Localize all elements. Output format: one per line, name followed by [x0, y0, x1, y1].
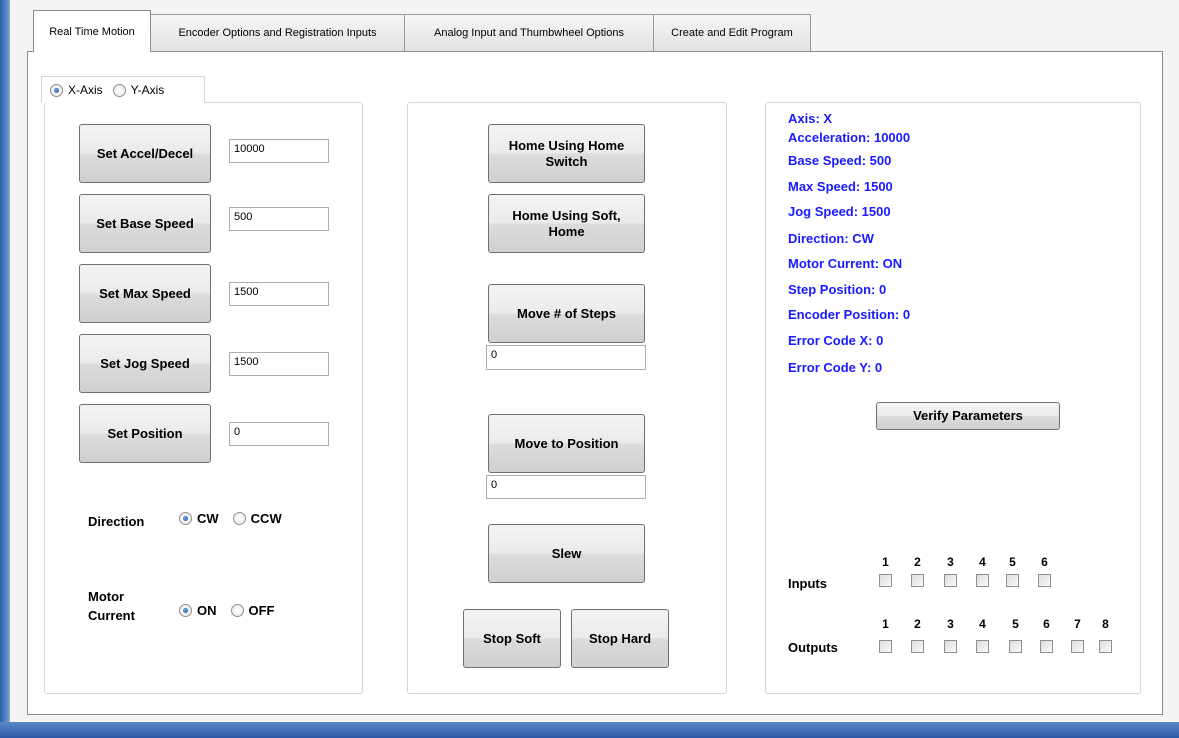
- status-max-speed: Max Speed: 1500: [788, 179, 893, 194]
- output-number: 1: [882, 617, 889, 631]
- output-checkbox-6[interactable]: [1040, 640, 1053, 653]
- output-checkbox-8[interactable]: [1099, 640, 1112, 653]
- radio-checked-icon: [179, 512, 192, 525]
- home-soft-line2: Home: [548, 223, 585, 239]
- status-axis: Axis: X: [788, 111, 833, 126]
- status-motor-current: Motor Current: ON: [788, 256, 903, 271]
- ccw-radio[interactable]: CCW: [232, 511, 282, 526]
- move-position-input[interactable]: 0: [486, 475, 646, 499]
- input-checkbox-2[interactable]: [911, 574, 924, 587]
- stop-soft-button[interactable]: Stop Soft: [463, 609, 561, 668]
- x-axis-label: X-Axis: [68, 83, 103, 97]
- output-number: 5: [1012, 617, 1019, 631]
- jog-speed-input[interactable]: 1500: [229, 352, 329, 376]
- current-label: Current: [88, 608, 135, 623]
- tab-encoder-options[interactable]: Encoder Options and Registration Inputs: [150, 14, 405, 51]
- input-number: 5: [1009, 555, 1016, 569]
- input-number: 2: [914, 555, 921, 569]
- status-encoder-position: Encoder Position: 0: [788, 307, 911, 322]
- input-checkbox-6[interactable]: [1038, 574, 1051, 587]
- move-to-position-button[interactable]: Move to Position: [488, 414, 645, 473]
- motor-current-radio-group: ON OFF: [179, 603, 275, 618]
- off-label: OFF: [248, 603, 275, 618]
- cw-label: CW: [197, 511, 219, 526]
- motion-panel: [407, 102, 727, 694]
- input-number: 6: [1041, 555, 1048, 569]
- output-number: 6: [1043, 617, 1050, 631]
- verify-parameters-button[interactable]: Verify Parameters: [876, 402, 1060, 430]
- set-max-speed-button[interactable]: Set Max Speed: [79, 264, 211, 323]
- input-checkbox-4[interactable]: [976, 574, 989, 587]
- motor-label: Motor: [88, 589, 125, 604]
- output-checkbox-3[interactable]: [944, 640, 957, 653]
- home-soft-line1: Home Using Soft,: [512, 207, 621, 223]
- motor-off-radio[interactable]: OFF: [230, 603, 275, 618]
- cw-radio[interactable]: CW: [179, 511, 219, 526]
- output-number: 4: [979, 617, 986, 631]
- direction-label: Direction: [88, 514, 145, 529]
- window-frame-left: [0, 0, 9, 738]
- set-base-speed-button[interactable]: Set Base Speed: [79, 194, 211, 253]
- axis-selector: X-Axis Y-Axis: [41, 76, 205, 103]
- input-checkbox-1[interactable]: [879, 574, 892, 587]
- radio-unchecked-icon: [112, 83, 126, 97]
- output-checkbox-4[interactable]: [976, 640, 989, 653]
- position-input[interactable]: 0: [229, 422, 329, 446]
- status-error-code-x: Error Code X: 0: [788, 333, 884, 348]
- status-error-code-y: Error Code Y: 0: [788, 360, 883, 375]
- home-using-home-switch-button[interactable]: Home Using Home Switch: [488, 124, 645, 183]
- output-number: 7: [1074, 617, 1081, 631]
- radio-unchecked-icon: [232, 512, 246, 525]
- y-axis-label: Y-Axis: [130, 83, 165, 97]
- status-acceleration: Acceleration: 10000: [788, 130, 911, 145]
- output-number: 2: [914, 617, 921, 631]
- outputs-label: Outputs: [788, 640, 838, 655]
- output-checkbox-2[interactable]: [911, 640, 924, 653]
- motor-on-radio[interactable]: ON: [179, 603, 217, 618]
- radio-unchecked-icon: [230, 604, 244, 617]
- status-step-position: Step Position: 0: [788, 282, 887, 297]
- status-jog-speed: Jog Speed: 1500: [788, 204, 891, 219]
- ccw-label: CCW: [250, 511, 282, 526]
- inputs-label: Inputs: [788, 576, 827, 591]
- accel-decel-input[interactable]: 10000: [229, 139, 329, 163]
- input-checkbox-5[interactable]: [1006, 574, 1019, 587]
- tab-real-time-motion[interactable]: Real Time Motion: [33, 10, 151, 52]
- x-axis-radio[interactable]: X-Axis: [50, 83, 103, 97]
- direction-radio-group: CW CCW: [179, 511, 282, 526]
- tab-analog-input[interactable]: Analog Input and Thumbwheel Options: [404, 14, 654, 51]
- taskbar-edge: [0, 722, 1179, 738]
- radio-checked-icon: [50, 83, 63, 97]
- on-label: ON: [197, 603, 217, 618]
- input-number: 4: [979, 555, 986, 569]
- input-number: 1: [882, 555, 889, 569]
- output-checkbox-5[interactable]: [1009, 640, 1022, 653]
- home-switch-line2: Switch: [545, 153, 588, 169]
- set-accel-decel-button[interactable]: Set Accel/Decel: [79, 124, 211, 183]
- home-switch-line1: Home Using Home: [508, 137, 625, 153]
- input-number: 3: [947, 555, 954, 569]
- radio-checked-icon: [179, 604, 192, 617]
- move-steps-button[interactable]: Move # of Steps: [488, 284, 645, 343]
- y-axis-radio[interactable]: Y-Axis: [112, 83, 165, 97]
- set-jog-speed-button[interactable]: Set Jog Speed: [79, 334, 211, 393]
- tab-create-edit-program[interactable]: Create and Edit Program: [653, 14, 811, 51]
- output-checkbox-1[interactable]: [879, 640, 892, 653]
- stop-hard-button[interactable]: Stop Hard: [571, 609, 669, 668]
- max-speed-input[interactable]: 1500: [229, 282, 329, 306]
- slew-button[interactable]: Slew: [488, 524, 645, 583]
- move-steps-input[interactable]: 0: [486, 345, 646, 370]
- output-number: 3: [947, 617, 954, 631]
- status-base-speed: Base Speed: 500: [788, 153, 892, 168]
- status-direction: Direction: CW: [788, 231, 874, 246]
- set-position-button[interactable]: Set Position: [79, 404, 211, 463]
- input-checkbox-3[interactable]: [944, 574, 957, 587]
- output-number: 8: [1102, 617, 1109, 631]
- home-using-soft-home-button[interactable]: Home Using Soft, Home: [488, 194, 645, 253]
- base-speed-input[interactable]: 500: [229, 207, 329, 231]
- output-checkbox-7[interactable]: [1071, 640, 1084, 653]
